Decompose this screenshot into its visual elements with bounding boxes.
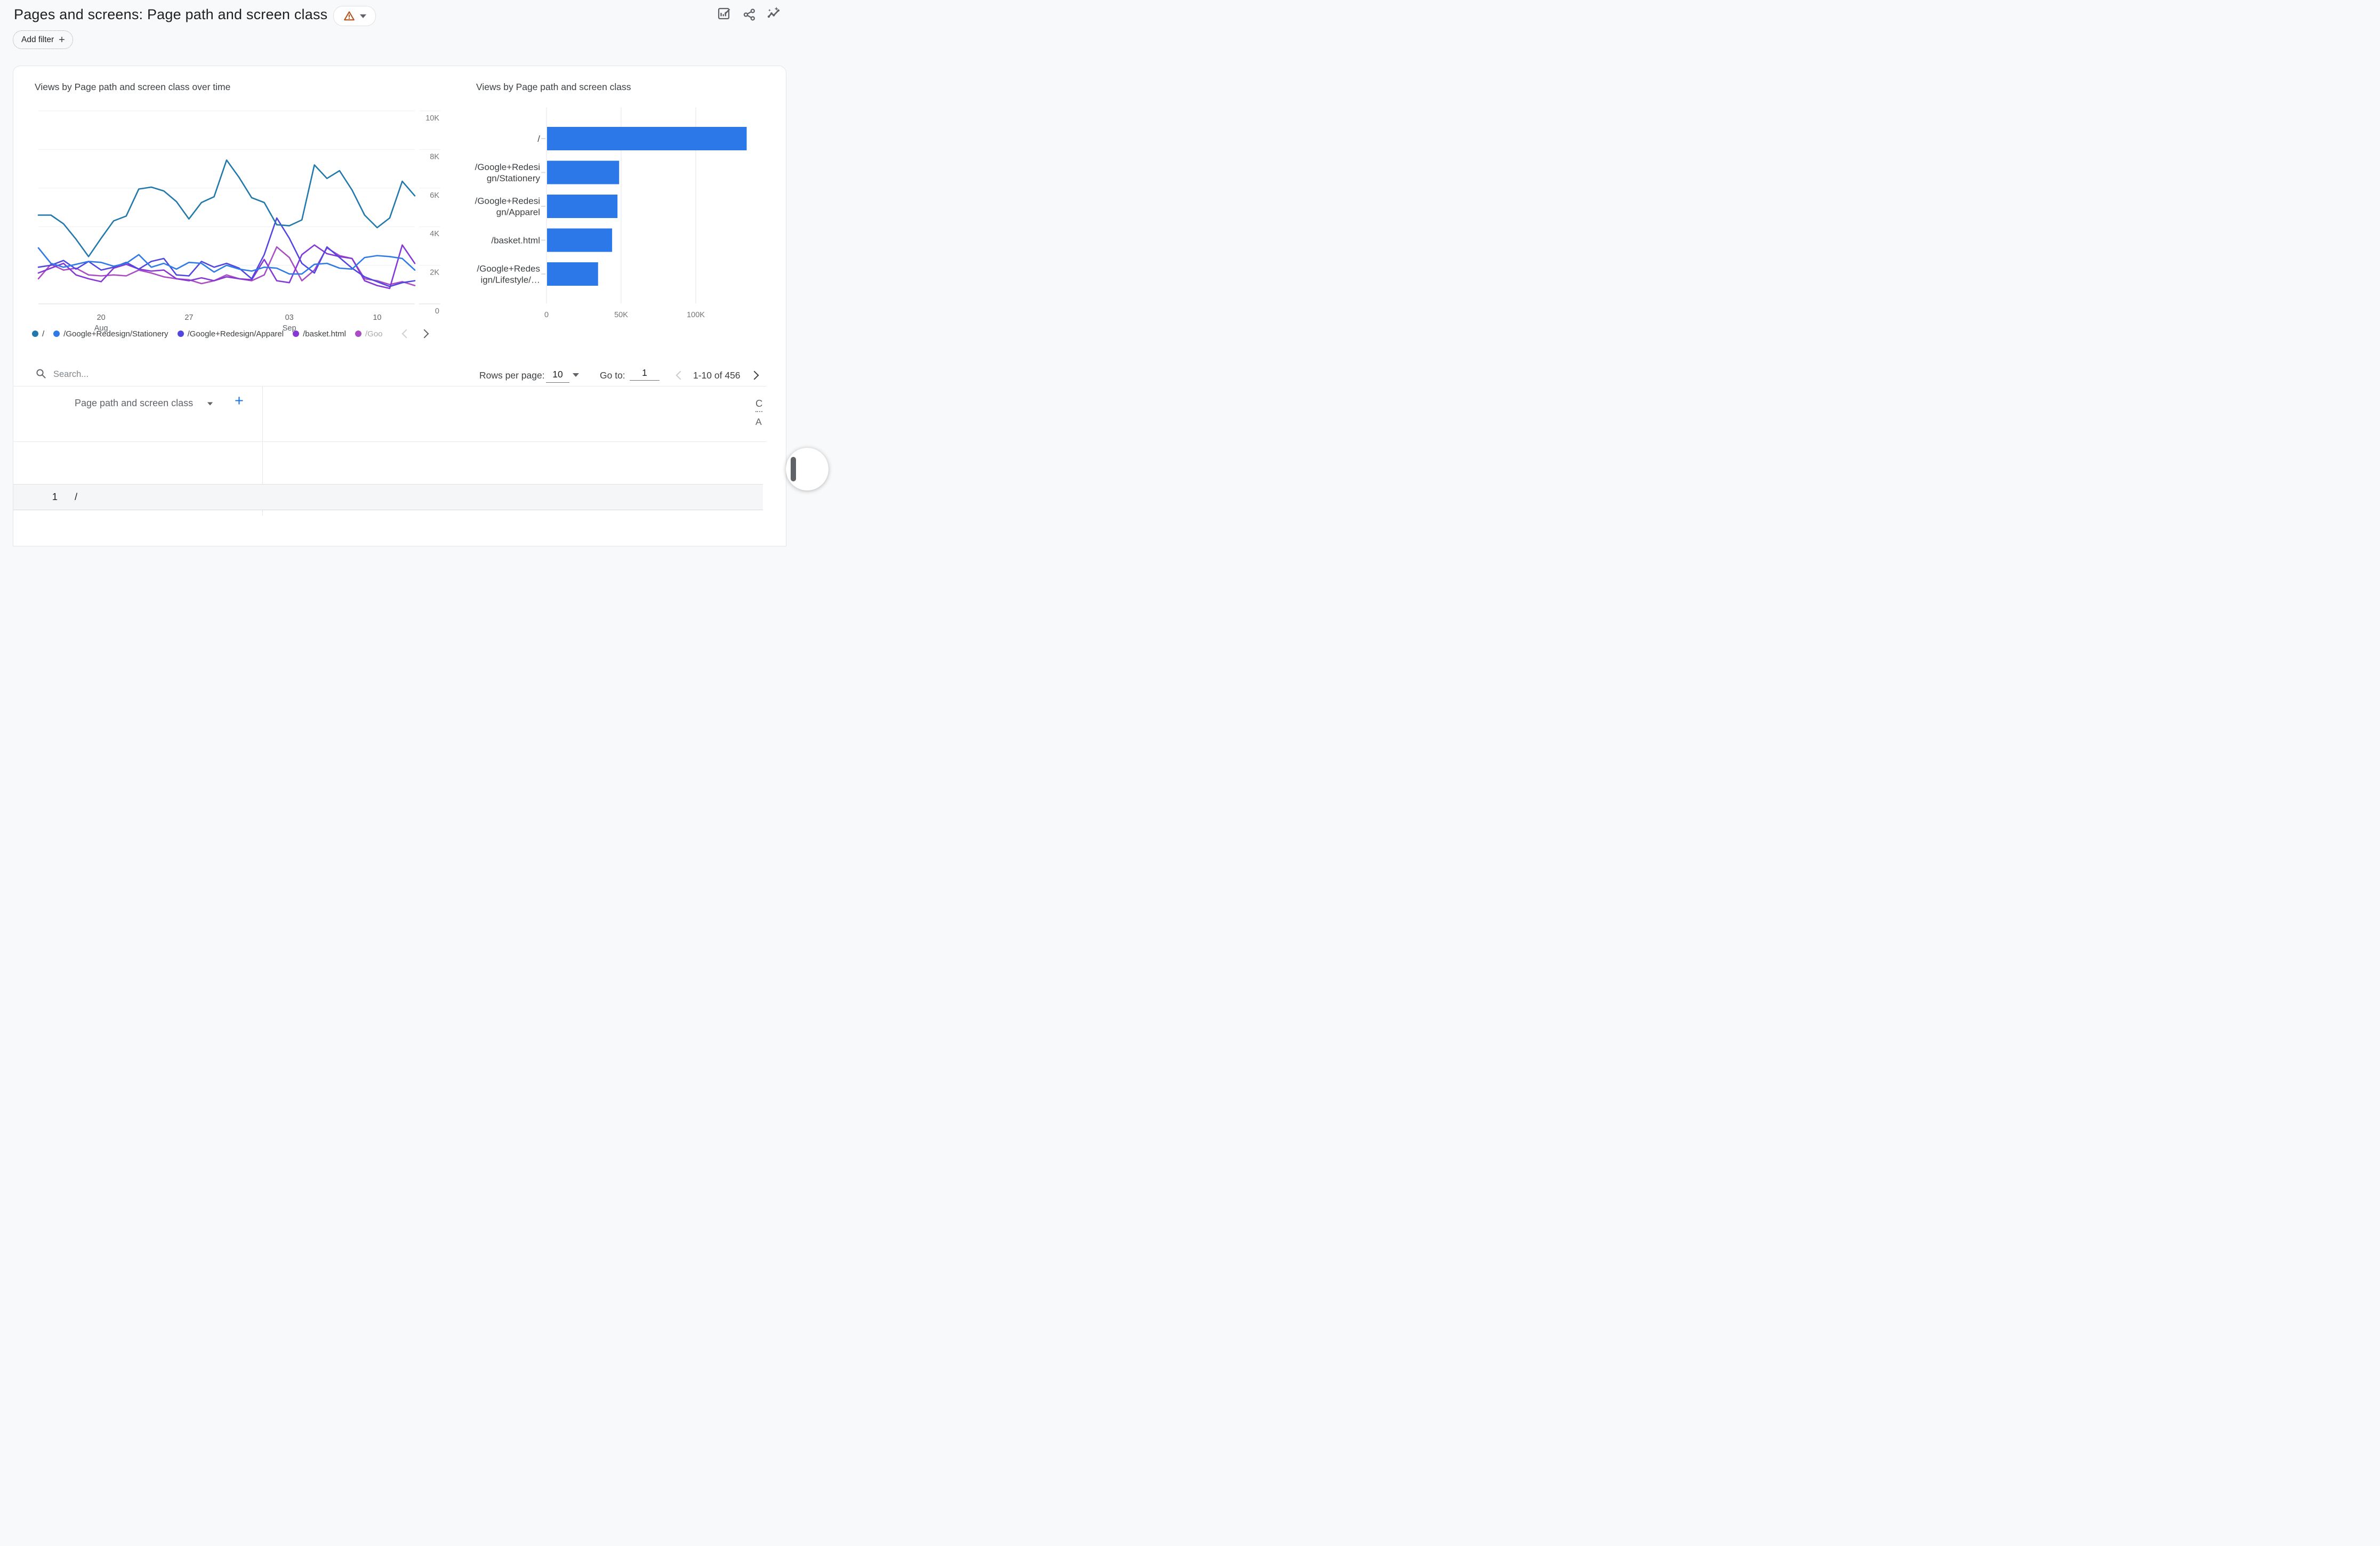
chevron-down-icon: [360, 14, 366, 18]
side-panel-toggle-button[interactable]: [786, 448, 829, 490]
dimension-column-header[interactable]: Page path and screen class: [75, 398, 193, 409]
svg-text:/Google+Redes: /Google+Redes: [477, 264, 540, 274]
divider: [13, 441, 766, 442]
rows-per-page-caret-icon[interactable]: [573, 373, 579, 377]
clipped-header-text: C: [755, 398, 762, 412]
svg-text:gn/Stationery: gn/Stationery: [487, 173, 541, 183]
svg-text:20: 20: [97, 313, 106, 322]
clipped-filter-text: A: [755, 416, 763, 428]
legend-label: /Goo: [365, 329, 383, 339]
legend-item: /: [32, 329, 44, 339]
search-input[interactable]: [52, 366, 246, 383]
svg-text:2K: 2K: [430, 269, 439, 277]
goto-page-input[interactable]: [630, 367, 660, 381]
data-quality-dropdown[interactable]: [333, 6, 376, 26]
share-icon[interactable]: [742, 7, 757, 22]
search-icon: [35, 368, 47, 380]
legend-dot-icon: [355, 331, 361, 337]
svg-text:/Google+Redesi: /Google+Redesi: [475, 162, 540, 172]
legend-label: /: [42, 329, 44, 339]
svg-text:4K: 4K: [430, 230, 439, 238]
svg-text:/basket.html: /basket.html: [491, 236, 540, 246]
legend-label: /basket.html: [303, 329, 346, 339]
views-by-page-bar-chart: 050K100K//Google+Redesign/Stationery/Goo…: [469, 101, 768, 331]
row-rank: 1: [47, 491, 58, 503]
legend-dot-icon: [293, 331, 299, 337]
legend-dot-icon: [53, 331, 60, 337]
svg-text:6K: 6K: [430, 191, 439, 200]
row-page-path: /: [75, 491, 77, 503]
add-filter-label: Add filter: [21, 35, 54, 45]
table-row[interactable]: [13, 484, 763, 510]
svg-text:/: /: [537, 134, 540, 144]
svg-text:03: 03: [285, 313, 294, 322]
svg-text:27: 27: [184, 313, 193, 322]
legend-item: /Google+Redesign/Stationery: [53, 329, 168, 339]
rows-per-page-select[interactable]: 10: [546, 369, 569, 383]
legend-item: /Goo: [355, 329, 383, 339]
plus-icon: +: [59, 35, 65, 45]
chart-legend: / /Google+Redesign/Stationery/Google+Rede…: [32, 326, 443, 341]
goto-page-label: Go to:: [600, 370, 625, 381]
add-filter-button[interactable]: Add filter +: [13, 30, 73, 49]
bar-chart-title: Views by Page path and screen class: [476, 82, 631, 93]
dimension-caret-icon[interactable]: [207, 402, 213, 406]
svg-text:50K: 50K: [614, 311, 628, 319]
insights-icon[interactable]: [767, 6, 781, 21]
svg-text:ign/Lifestyle/…: ign/Lifestyle/…: [481, 275, 541, 285]
legend-item: /Google+Redesign/Apparel: [178, 329, 284, 339]
views-over-time-line-chart: 02K4K6K8K10K20Aug2703Sep10: [32, 101, 448, 336]
add-column-button[interactable]: +: [235, 393, 244, 409]
svg-text:10: 10: [373, 313, 381, 322]
legend-dot-icon: [178, 331, 184, 337]
svg-text:8K: 8K: [430, 152, 439, 161]
customize-report-icon[interactable]: [717, 6, 731, 21]
svg-text:gn/Apparel: gn/Apparel: [496, 207, 540, 218]
svg-text:0: 0: [435, 307, 439, 316]
column-header-clipped[interactable]: C A: [755, 398, 763, 428]
side-panel-toggle-icon: [791, 457, 796, 481]
warning-triangle-icon: [343, 10, 355, 22]
line-chart-title: Views by Page path and screen class over…: [35, 82, 230, 93]
svg-text:/Google+Redesi: /Google+Redesi: [475, 196, 540, 206]
legend-item: /basket.html: [293, 329, 346, 339]
pagination-range: 1-10 of 456: [693, 370, 741, 381]
svg-text:0: 0: [544, 311, 549, 319]
svg-text:10K: 10K: [425, 114, 439, 123]
svg-text:100K: 100K: [687, 311, 705, 319]
legend-label: /Google+Redesign/Apparel: [188, 329, 284, 339]
legend-dot-icon: [32, 331, 38, 337]
rows-per-page-label: Rows per page:: [479, 370, 545, 381]
page-title: Pages and screens: Page path and screen …: [14, 6, 327, 23]
legend-label: /Google+Redesign/Stationery: [63, 329, 168, 339]
